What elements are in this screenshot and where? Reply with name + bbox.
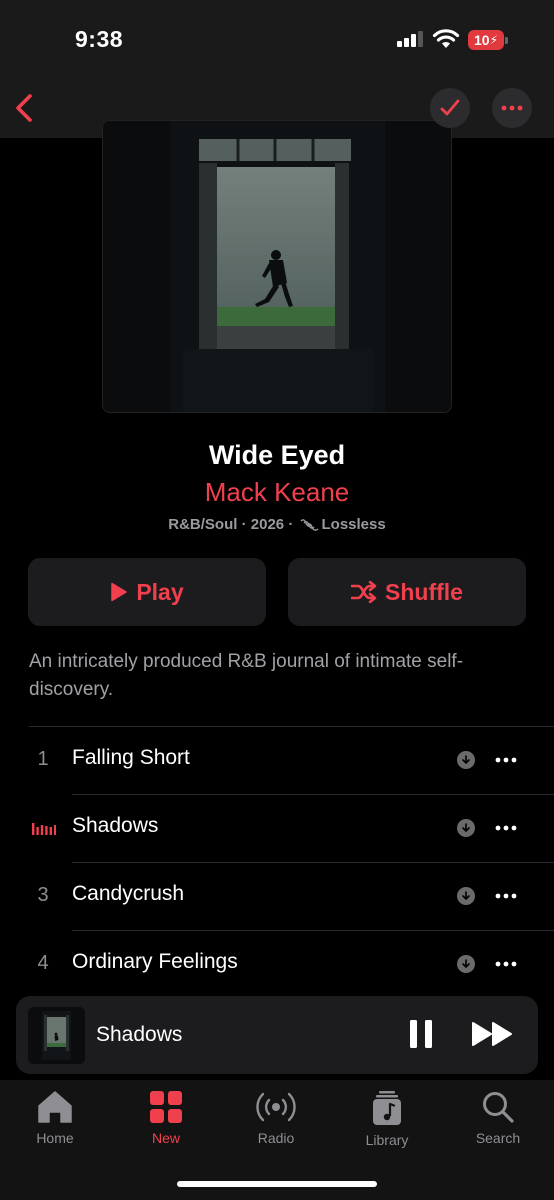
back-chevron-icon[interactable] [8,90,42,126]
battery-icon: 10 ⚡ [468,30,508,50]
tab-label: Radio [257,1130,295,1146]
forward-icon[interactable] [471,1020,515,1048]
tab-home[interactable]: Home [15,1090,95,1160]
ellipsis-icon [495,893,517,899]
track-number: 4 [37,952,49,974]
ellipsis-icon [495,825,517,831]
ellipsis-icon [501,105,523,111]
grid-icon [150,1091,182,1123]
shuffle-icon [351,581,377,603]
tab-new[interactable]: New [126,1090,206,1160]
play-button[interactable]: Play [28,558,266,626]
tab-search[interactable]: Search [458,1090,538,1160]
tab-radio[interactable]: Radio [236,1090,316,1160]
track-title: Shadows [72,814,159,837]
download-arrow-icon[interactable] [457,819,475,837]
track-title: Falling Short [72,746,190,769]
home-icon [38,1091,72,1123]
search-icon [483,1092,514,1123]
download-arrow-icon[interactable] [457,955,475,973]
battery-level: 10 [473,32,490,48]
mini-player-title: Shadows [96,1023,183,1046]
track-more-button[interactable] [490,750,522,770]
album-meta: R&B/Soul · 2026 · Lossless [0,516,554,533]
shuffle-label: Shuffle [385,578,463,605]
track-row[interactable]: 1 Falling Short [0,726,554,794]
track-list: 1 Falling Short Shadows 3 Candycrush 4 O… [0,726,554,998]
added-check-button[interactable] [430,88,470,128]
mini-player-artwork [28,1007,85,1064]
album-description[interactable]: An intricately produced R&B journal of i… [29,648,529,704]
shuffle-button[interactable]: Shuffle [288,558,526,626]
album-quality: Lossless [321,516,386,533]
album-more-button[interactable] [492,88,532,128]
album-artist-link[interactable]: Mack Keane [0,477,554,508]
status-bar: 9:38 10 ⚡ [0,0,554,80]
mini-player[interactable]: Shadows [16,996,538,1074]
wifi-icon [432,29,460,48]
tab-label: Home [36,1130,74,1146]
track-more-button[interactable] [490,886,522,906]
meta-separator: · [237,516,251,533]
play-label: Play [136,578,184,605]
album-artwork [102,120,452,413]
track-row[interactable]: 3 Candycrush [0,862,554,930]
tab-label: Search [475,1130,521,1146]
lossless-icon [300,519,318,531]
tab-label: Library [365,1132,409,1148]
track-title: Ordinary Feelings [72,950,238,973]
track-number: 3 [37,884,49,906]
meta-separator: · [284,516,298,533]
cellular-signal-icon [397,31,423,47]
library-icon [373,1091,401,1125]
track-number: 1 [37,748,49,770]
download-arrow-icon[interactable] [457,751,475,769]
track-row-now-playing[interactable]: Shadows [0,794,554,862]
now-playing-bars-icon [32,823,56,835]
track-more-button[interactable] [490,954,522,974]
tab-library[interactable]: Library [347,1090,427,1160]
track-title: Candycrush [72,882,185,905]
status-time: 9:38 [75,26,124,52]
checkmark-icon [440,99,460,116]
ellipsis-icon [495,961,517,967]
tab-label: New [151,1130,180,1146]
pause-icon[interactable] [408,1018,434,1050]
album-title: Wide Eyed [208,440,346,470]
download-arrow-icon[interactable] [457,887,475,905]
ellipsis-icon [495,757,517,763]
album-genre: R&B/Soul [168,516,238,533]
play-icon [111,582,128,602]
home-indicator[interactable] [177,1181,377,1187]
radio-icon [256,1092,296,1122]
track-row[interactable]: 4 Ordinary Feelings [0,930,554,998]
track-more-button[interactable] [490,818,522,838]
album-year: 2026 [250,516,285,533]
